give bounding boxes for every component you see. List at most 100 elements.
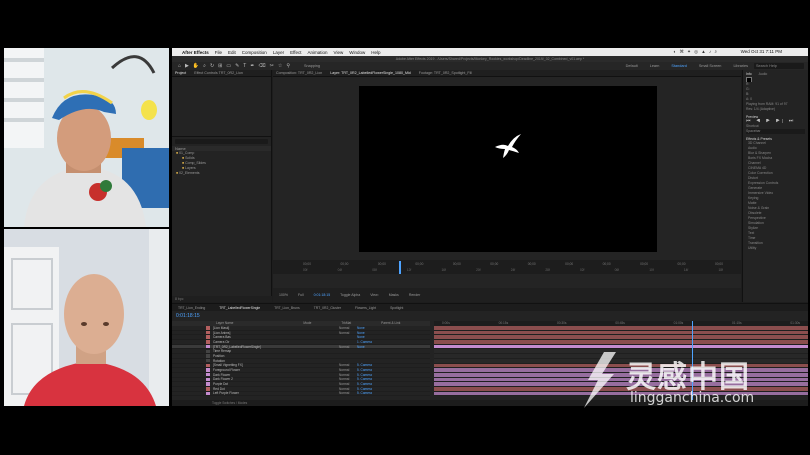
eraser-tool-icon[interactable]: ⌫ [259, 63, 266, 69]
layer-mode-dropdown[interactable]: Normal [339, 345, 357, 349]
workspace-small-screen[interactable]: Small Screen [699, 64, 722, 68]
layer-parent-dropdown[interactable]: 5. Camera [357, 382, 387, 386]
roto-tool-icon[interactable]: ✂ [270, 63, 274, 69]
layer-name[interactable]: Dark Flower [213, 373, 283, 377]
layer-name[interactable]: Dark Flower 2 [213, 377, 283, 381]
brush-tool-icon[interactable]: ✒ [250, 63, 254, 69]
view-dropdown[interactable]: Masks [389, 293, 399, 297]
layer-mode-dropdown[interactable]: Normal [339, 391, 357, 395]
tab-info[interactable]: Info [746, 72, 752, 76]
layer-mode-dropdown[interactable]: Normal [339, 363, 357, 367]
home-tool-icon[interactable]: ⌂ [178, 63, 181, 69]
layer-name[interactable]: Position [213, 354, 283, 358]
layer-parent-dropdown[interactable]: None [357, 335, 387, 339]
menu-effect[interactable]: Effect [290, 50, 301, 55]
layer-label-color[interactable] [206, 330, 210, 335]
hand-tool-icon[interactable]: ✋ [193, 63, 199, 69]
layer-name[interactable]: Camera Bas [213, 335, 283, 339]
tab-footage[interactable]: Footage: TRT_0R2_Spotlight_Fill [419, 71, 472, 75]
layer-label-color[interactable] [206, 368, 210, 372]
camera-tool-icon[interactable]: ⊞ [218, 63, 222, 69]
timeline-current-time[interactable]: 0:01:18:15 [176, 313, 200, 319]
layer-parent-dropdown[interactable]: None [357, 345, 387, 349]
layer-name[interactable]: [Lion Mask] [213, 326, 283, 330]
tab-effect-controls[interactable]: Effect Controls TRT_0R2_Lion [194, 71, 243, 75]
layer-label-color[interactable] [206, 344, 210, 349]
layer-name[interactable]: Camera Ctr [213, 340, 283, 344]
layer-time-ruler[interactable]: 00;00 00;00 00;00 00;00 00;00 00;00 00;0… [273, 260, 741, 274]
layer-parent-dropdown[interactable]: 1. Camera [357, 340, 387, 344]
col-mode[interactable]: Mode [303, 321, 311, 326]
snapping-toggle[interactable]: Snapping [304, 64, 320, 68]
layer-label-color[interactable] [206, 391, 210, 396]
layer-name[interactable]: Rotation [213, 359, 283, 363]
tab-audio[interactable]: Audio [759, 72, 768, 76]
layer-name[interactable]: Left Purple Flower [213, 391, 283, 395]
project-bit-depth[interactable]: 8 bpc [172, 296, 272, 302]
menubar-status-icons[interactable]: ◐ ⌘ ✦ ◎ ▲ ♪ ⌕ [673, 49, 718, 55]
effect-category-item[interactable]: Utility [746, 246, 805, 251]
layer-name[interactable]: [TRT_0R2_LabelledFlowerSingle] [213, 345, 283, 349]
pin-tool-icon[interactable]: ⚲ [286, 63, 290, 69]
menu-edit[interactable]: Edit [228, 50, 236, 55]
layer-name[interactable]: Foreground Flower [213, 368, 283, 372]
pen-tool-icon[interactable]: ✎ [235, 63, 239, 69]
layer-label-color[interactable] [206, 382, 210, 386]
layer-parent-dropdown[interactable]: 5. Camera [357, 387, 387, 391]
rotate-tool-icon[interactable]: ↻ [210, 63, 214, 69]
timeline-tab[interactable]: Spotlight [390, 306, 403, 310]
layer-parent-dropdown[interactable]: None [357, 331, 387, 335]
layer-label-color[interactable] [206, 326, 210, 330]
layer-label-color[interactable] [206, 354, 210, 358]
timeline-tab[interactable]: TRT_Lion_Bruns [274, 306, 300, 310]
tab-composition[interactable]: Composition: TRT_0R2_Lion [276, 71, 322, 75]
render-checkbox[interactable]: Render [409, 293, 420, 297]
zoom-level-dropdown[interactable]: 100% [279, 293, 288, 297]
shape-tool-icon[interactable]: ▭ [226, 63, 231, 69]
layer-mode-dropdown[interactable]: Normal [339, 368, 357, 372]
timeline-tab[interactable]: TRT_Lion_Ending [178, 306, 205, 310]
layer-label-color[interactable] [206, 387, 210, 391]
layer-name[interactable]: Purple Dot [213, 382, 283, 386]
resolution-dropdown[interactable]: Full [298, 293, 304, 297]
project-search-input[interactable] [175, 139, 268, 144]
type-tool-icon[interactable]: T [243, 63, 246, 69]
layer-label-color[interactable] [206, 372, 210, 377]
layer-label-color[interactable] [206, 340, 210, 344]
layer-track-bar[interactable] [434, 340, 808, 345]
layer-mode-dropdown[interactable]: Normal [339, 373, 357, 377]
layer-parent-dropdown[interactable]: 5. Camera [357, 363, 387, 367]
tab-project[interactable]: Project [175, 71, 186, 75]
layer-parent-dropdown[interactable]: 5. Camera [357, 373, 387, 377]
project-folder-elements[interactable]: 02_Elements [172, 171, 271, 176]
layer-parent-dropdown[interactable]: 5. Camera [357, 368, 387, 372]
layer-label-color[interactable] [206, 377, 210, 382]
tab-layer[interactable]: Layer: TRT_0R2_LabelledFlowerSingle_1080… [330, 71, 411, 75]
layer-label-color[interactable] [206, 358, 210, 363]
layer-mode-dropdown[interactable]: Normal [339, 387, 357, 391]
layer-name[interactable]: Time Remap [213, 349, 283, 353]
menu-app-name[interactable]: After Effects [182, 50, 209, 55]
puppet-tool-icon[interactable]: ☆ [278, 63, 282, 69]
layer-name[interactable]: Red Dot [213, 387, 283, 391]
workspace-standard[interactable]: Standard [671, 64, 686, 68]
layer-label-color[interactable] [206, 363, 210, 368]
layer-mode-dropdown[interactable]: Normal [339, 326, 357, 330]
layer-mode-dropdown[interactable]: Normal [339, 377, 357, 381]
layer-row[interactable]: Left Purple Flower Normal 5. Camera [172, 391, 430, 397]
menubar-clock[interactable]: Wed Oct 31 7:11 PM [741, 49, 782, 54]
workspace-learn[interactable]: Learn [650, 64, 660, 68]
menu-view[interactable]: View [334, 50, 344, 55]
viewer-current-time[interactable]: 0:01:18:15 [314, 293, 331, 297]
workspace-libraries[interactable]: Libraries [733, 64, 748, 68]
menu-layer[interactable]: Layer [273, 50, 284, 55]
layer-mode-dropdown[interactable]: Normal [339, 331, 357, 335]
timeline-tab-active[interactable]: TRT_LabelledFlowerSingle [219, 306, 260, 310]
timeline-tab[interactable]: TRT_0R2_Cluster [314, 306, 341, 310]
composition-canvas[interactable] [359, 86, 657, 252]
layer-name[interactable]: [Lion Anims] [213, 331, 283, 335]
menu-composition[interactable]: Composition [242, 50, 267, 55]
layer-label-color[interactable] [206, 349, 210, 354]
layer-label-color[interactable] [206, 335, 210, 339]
layer-mode-dropdown[interactable]: Normal [339, 382, 357, 386]
